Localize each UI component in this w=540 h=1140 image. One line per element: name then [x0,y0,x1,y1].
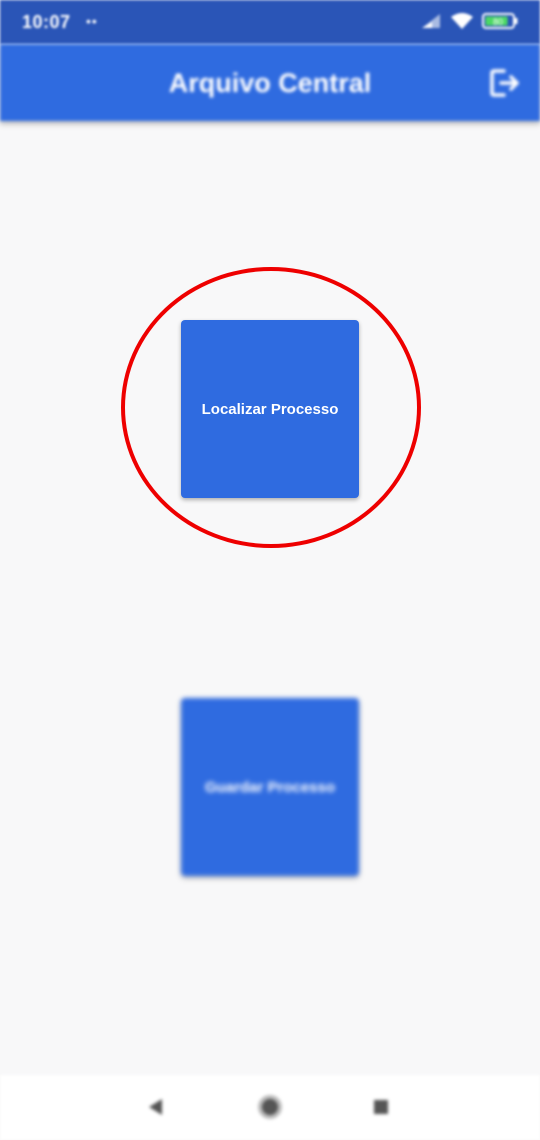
store-process-button[interactable]: Guardar Processo [181,698,359,876]
nav-bar [0,1075,540,1140]
battery-level: 80 [493,17,503,27]
recents-icon[interactable] [372,1098,390,1116]
status-icons: 80 [420,12,518,30]
signal-icon [422,14,440,28]
locate-process-label: Localizar Processo [201,400,339,418]
battery-icon: 80 [482,13,518,29]
logout-icon[interactable] [488,66,522,100]
app-bar: Arquivo Central [0,44,540,121]
notification-dots: •• [86,13,98,29]
home-icon[interactable] [256,1093,284,1121]
back-icon[interactable] [146,1096,166,1118]
status-time: 10:07 [22,12,71,32]
locate-process-button[interactable]: Localizar Processo [181,320,359,498]
screen: 10:07 •• 80 Arquivo Central Localizar Pr… [0,0,540,1140]
wifi-icon [451,13,473,29]
page-title: Arquivo Central [168,68,372,98]
store-process-label: Guardar Processo [204,778,336,796]
status-bar: 10:07 •• 80 [0,0,540,44]
